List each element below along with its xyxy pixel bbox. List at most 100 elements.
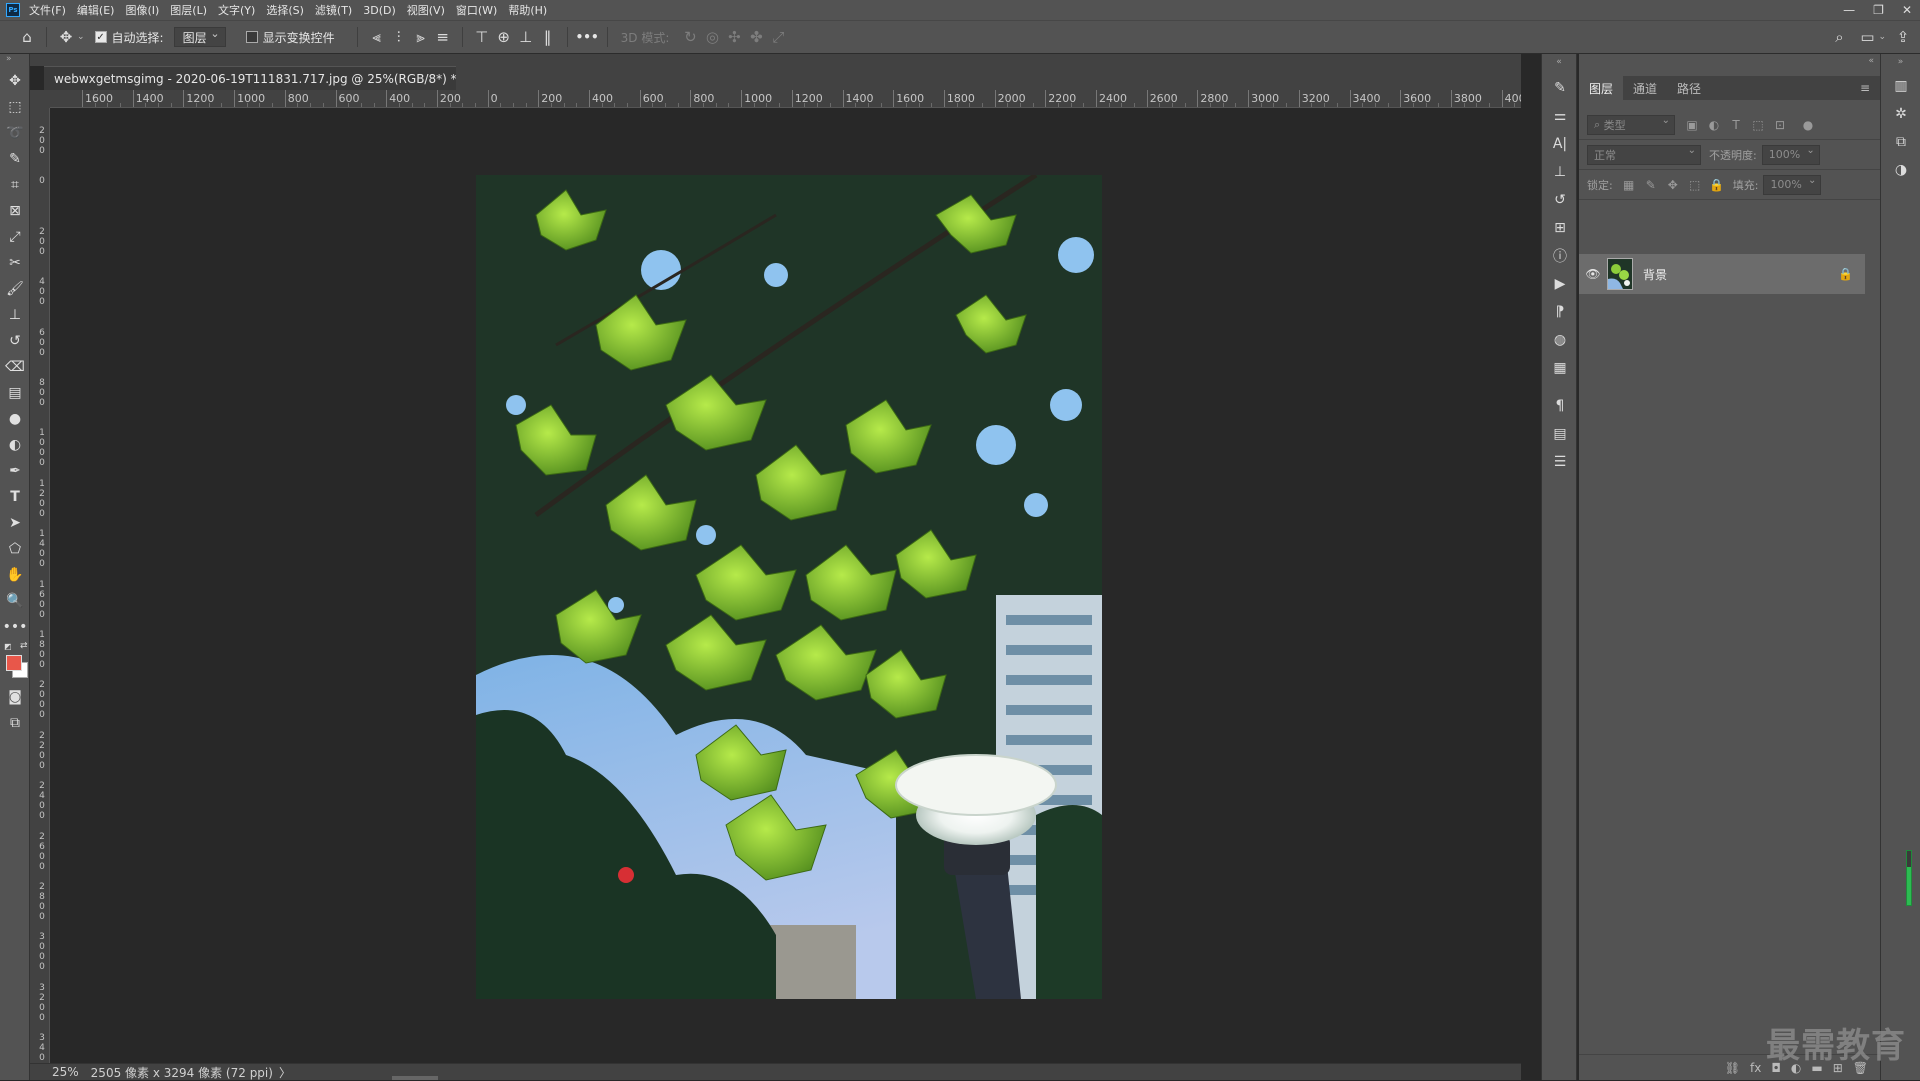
align-hcenter-icon[interactable]: ⫶ xyxy=(388,26,410,48)
lock-position-icon[interactable]: ✥ xyxy=(1662,178,1684,192)
brush-settings-icon[interactable]: ✎ xyxy=(1542,74,1578,102)
chevron-down-icon[interactable]: ⌄ xyxy=(1878,32,1886,42)
share-icon[interactable]: ⇪ xyxy=(1892,26,1914,48)
link-layers-icon[interactable]: ⛓ xyxy=(1725,1061,1740,1075)
paragraph-styles-icon[interactable]: ▤ xyxy=(1542,420,1578,448)
filter-smart-object-icon[interactable]: ⊡ xyxy=(1769,118,1791,132)
align-vcenter-icon[interactable]: ⊕ xyxy=(493,26,515,48)
frame-tool-icon[interactable]: ⊠ xyxy=(0,198,30,224)
3d-orbit-icon[interactable]: ↻ xyxy=(679,26,701,48)
filter-type-icon[interactable]: T xyxy=(1725,118,1747,132)
dodge-tool-icon[interactable]: ◐ xyxy=(0,432,30,458)
layer-row[interactable]: 👁 背景 🔒 xyxy=(1579,254,1865,294)
color-wheel-icon[interactable]: ◑ xyxy=(1881,156,1920,184)
fill-input[interactable]: 100% xyxy=(1763,174,1822,195)
3d-icon[interactable]: ◍ xyxy=(1542,326,1578,354)
filter-pixel-icon[interactable]: ▣ xyxy=(1681,118,1703,132)
tab-paths[interactable]: 路径 xyxy=(1667,76,1711,100)
path-select-tool-icon[interactable]: ➤ xyxy=(0,510,30,536)
hand-tool-icon[interactable]: ✋ xyxy=(0,562,30,588)
tab-channels[interactable]: 通道 xyxy=(1623,76,1667,100)
3d-roll-icon[interactable]: ◎ xyxy=(701,26,723,48)
lock-pixels-icon[interactable]: ✎ xyxy=(1640,178,1662,192)
foreground-color-swatch[interactable] xyxy=(6,655,22,671)
history-brush-icon[interactable]: ↺ xyxy=(0,328,30,354)
distribute-vertical-icon[interactable]: ‖ xyxy=(537,26,559,48)
quick-mask-icon[interactable]: ◙ xyxy=(0,684,30,710)
menu-edit[interactable]: 编辑(E) xyxy=(77,2,115,18)
default-colors-icon[interactable]: ◩ xyxy=(4,642,12,651)
align-top-icon[interactable]: ⊤ xyxy=(471,26,493,48)
collapse-dock-icon[interactable]: « xyxy=(1542,54,1576,74)
ruler-panel-icon[interactable]: ▥ xyxy=(1881,72,1920,100)
close-window-button[interactable]: ✕ xyxy=(1902,3,1912,17)
compass-icon[interactable]: ✲ xyxy=(1881,100,1920,128)
document-image[interactable] xyxy=(476,175,1102,999)
eyedropper-tool-icon[interactable]: ⤢ xyxy=(0,224,30,250)
menu-window[interactable]: 窗口(W) xyxy=(456,2,497,18)
status-menu-arrow[interactable]: 〉 xyxy=(279,1064,291,1081)
table-icon[interactable]: ▦ xyxy=(1542,354,1578,382)
notes-icon[interactable]: ☰ xyxy=(1542,448,1578,476)
home-icon[interactable]: ⌂ xyxy=(16,26,38,48)
layer-name[interactable]: 背景 xyxy=(1643,266,1667,283)
screen-mode-icon[interactable]: ⧉ xyxy=(0,710,30,736)
crop-tool-icon[interactable]: ⌗ xyxy=(0,172,30,198)
3d-pan-icon[interactable]: ✣ xyxy=(723,26,745,48)
menu-help[interactable]: 帮助(H) xyxy=(508,2,547,18)
libraries-icon[interactable]: ⊞ xyxy=(1542,214,1578,242)
show-transform-checkbox[interactable] xyxy=(245,31,258,43)
actions-icon[interactable]: ▶ xyxy=(1542,270,1578,298)
horizontal-scrollbar[interactable] xyxy=(392,1076,438,1080)
collapse-toolbar-icon[interactable]: » xyxy=(0,54,29,68)
filter-shape-icon[interactable]: ⬚ xyxy=(1747,118,1769,132)
brush-tool-icon[interactable]: 🖌 xyxy=(0,276,30,302)
pen-tool-icon[interactable]: ✒ xyxy=(0,458,30,484)
properties-icon[interactable]: ⧉ xyxy=(1881,128,1920,156)
paragraph-icon[interactable]: ¶ xyxy=(1542,392,1578,420)
marquee-tool-icon[interactable]: ⬚ xyxy=(0,94,30,120)
filter-adjustment-icon[interactable]: ◐ xyxy=(1703,118,1725,132)
zoom-level[interactable]: 25% xyxy=(52,1065,79,1079)
menu-filter[interactable]: 滤镜(T) xyxy=(315,2,352,18)
edit-toolbar-icon[interactable]: ••• xyxy=(0,614,30,640)
zoom-tool-icon[interactable]: 🔍 xyxy=(0,588,30,614)
clone-source-icon[interactable]: ⊥ xyxy=(1542,158,1578,186)
auto-select-target-select[interactable]: 图层 xyxy=(173,27,226,47)
menu-image[interactable]: 图像(I) xyxy=(125,2,159,18)
shape-tool-icon[interactable]: ⬠ xyxy=(0,536,30,562)
menu-type[interactable]: 文字(Y) xyxy=(218,2,255,18)
minimize-button[interactable]: — xyxy=(1843,3,1855,17)
menu-select[interactable]: 选择(S) xyxy=(266,2,304,18)
history-icon[interactable]: ↺ xyxy=(1542,186,1578,214)
quick-select-tool-icon[interactable]: ✎ xyxy=(0,146,30,172)
align-left-icon[interactable]: ⫷ xyxy=(366,26,388,48)
menu-layer[interactable]: 图层(L) xyxy=(170,2,207,18)
move-tool-preset-icon[interactable]: ✥ xyxy=(55,26,77,48)
align-right-icon[interactable]: ⫸ xyxy=(410,26,432,48)
stamp-tool-icon[interactable]: ⊥ xyxy=(0,302,30,328)
menu-3d[interactable]: 3D(D) xyxy=(363,4,396,17)
search-icon[interactable]: ⌕ xyxy=(1828,26,1850,48)
lock-all-icon[interactable]: 🔒 xyxy=(1706,178,1728,192)
lasso-tool-icon[interactable]: ➰ xyxy=(0,120,30,146)
menu-file[interactable]: 文件(F) xyxy=(29,2,66,18)
collapse-dock-icon[interactable]: » xyxy=(1881,54,1920,72)
more-options-button[interactable]: ••• xyxy=(576,30,599,44)
move-tool-icon[interactable]: ✥ xyxy=(0,68,30,94)
visibility-eye-icon[interactable]: 👁 xyxy=(1579,267,1607,281)
swatches-icon[interactable]: ⁋ xyxy=(1542,298,1578,326)
adjustments-icon[interactable]: ⚌ xyxy=(1542,102,1578,130)
filter-toggle-icon[interactable]: ● xyxy=(1797,118,1819,132)
swap-colors-icon[interactable]: ⇄ xyxy=(20,641,28,651)
vertical-ruler[interactable]: 2 0 0 0 2 0 0 4 0 0 6 0 0 8 0 0 1 0 0 0 1 2 0 0… xyxy=(30,108,50,1063)
auto-select-checkbox[interactable]: ✓ xyxy=(94,31,107,43)
eraser-tool-icon[interactable]: ⌫ xyxy=(0,354,30,380)
horizontal-ruler[interactable]: 1600 1400 1200 1000 800 600 400 200 0 200 400 600 80… xyxy=(50,90,1521,108)
align-bottom-icon[interactable]: ⊥ xyxy=(515,26,537,48)
restore-button[interactable]: ❐ xyxy=(1873,3,1884,17)
blur-tool-icon[interactable]: ● xyxy=(0,406,30,432)
character-icon[interactable]: A| xyxy=(1542,130,1578,158)
layer-style-icon[interactable]: fx xyxy=(1750,1061,1761,1075)
type-tool-icon[interactable]: T xyxy=(0,484,30,510)
